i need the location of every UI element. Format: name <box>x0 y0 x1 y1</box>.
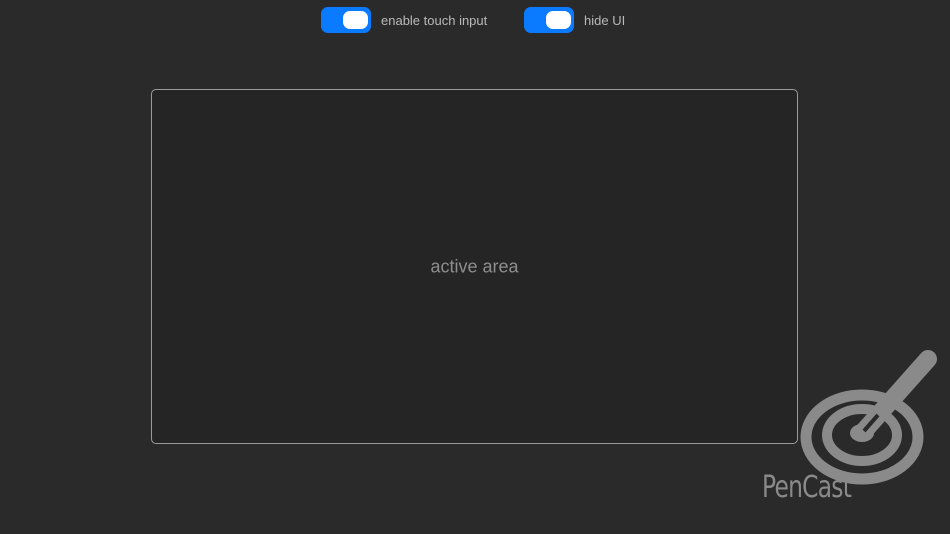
toggle-knob <box>343 11 368 29</box>
active-area[interactable]: active area <box>151 89 798 444</box>
touch-input-toggle[interactable] <box>321 7 371 33</box>
touch-input-toggle-group: enable touch input <box>321 7 487 33</box>
pen-target-icon <box>800 350 937 485</box>
pencast-logo-text: PenCast <box>762 470 852 505</box>
hide-ui-toggle-group: hide UI <box>524 7 625 33</box>
touch-input-toggle-label: enable touch input <box>381 12 488 28</box>
active-area-label: active area <box>430 256 519 276</box>
hide-ui-toggle[interactable] <box>524 7 574 33</box>
hide-ui-toggle-label: hide UI <box>584 12 626 28</box>
toggle-knob <box>546 11 571 29</box>
